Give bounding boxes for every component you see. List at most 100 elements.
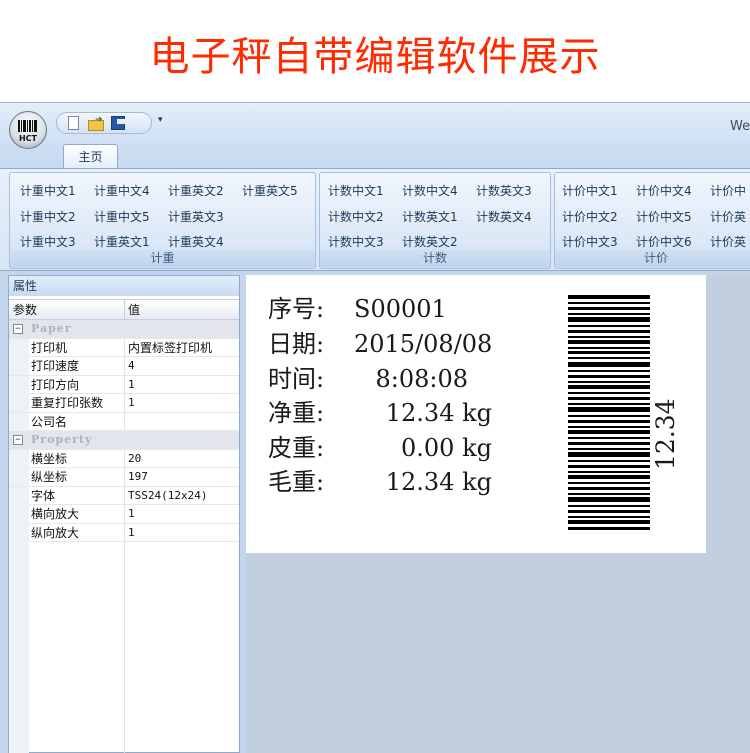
label-field-value: S00001: [354, 295, 447, 323]
btn-price-en-1[interactable]: 计价英: [710, 208, 746, 225]
label-field-value: 0.00 kg: [401, 434, 492, 462]
property-value[interactable]: 内置标签打印机: [128, 339, 212, 357]
btn-price-en-2[interactable]: 计价英: [710, 233, 746, 250]
btn-price-cn-3[interactable]: 计价中文3: [562, 233, 618, 250]
label-preview[interactable]: 序号: S00001 日期: 2015/08/08 时间: 8:08:08 净重: 12…: [246, 275, 706, 553]
ribbon-group-counting: 计数中文1 计数中文4 计数英文3 计数中文2 计数英文1 计数英文4 计数中文…: [319, 172, 551, 269]
btn-count-en-4[interactable]: 计数英文4: [476, 208, 532, 225]
property-key: 纵向放大: [31, 525, 80, 540]
btn-price-cn-4[interactable]: 计价中文4: [636, 182, 692, 199]
label-line-net-weight[interactable]: 净重: 12.34 kg: [268, 393, 492, 428]
btn-count-en-3[interactable]: 计数英文3: [476, 182, 532, 199]
ribbon-group-label: 计价: [555, 250, 750, 267]
property-row[interactable]: 打印方向 1: [9, 375, 239, 394]
promo-banner: 电子秤自带编辑软件展示: [0, 0, 750, 100]
open-folder-icon[interactable]: ➜: [87, 115, 105, 132]
ribbon-group-pricing: 计价中文1 计价中文4 计价中 计价中文2 计价中文5 计价英 计价中文3 计价…: [554, 172, 750, 269]
label-field-key: 日期:: [268, 330, 325, 358]
barcode-graphic[interactable]: [568, 295, 650, 531]
tab-home[interactable]: 主页: [63, 144, 118, 169]
property-row[interactable]: 公司名: [9, 412, 239, 431]
property-value[interactable]: 1: [128, 376, 135, 394]
btn-weigh-cn-3[interactable]: 计重中文3: [20, 233, 76, 250]
label-field-value: 2015/08/08: [354, 330, 493, 358]
property-key: 打印速度: [31, 359, 80, 373]
btn-price-cn-2[interactable]: 计价中文2: [562, 208, 618, 225]
property-key: 横坐标: [31, 451, 68, 466]
label-line-serial[interactable]: 序号: S00001: [268, 289, 492, 324]
label-field-key: 净重:: [268, 399, 325, 427]
property-value[interactable]: 1: [128, 524, 135, 542]
property-key: 横向放大: [31, 507, 80, 521]
btn-count-cn-3[interactable]: 计数中文3: [328, 233, 384, 250]
property-grid-empty-area: [9, 520, 239, 753]
property-value[interactable]: 4: [128, 357, 135, 375]
btn-weigh-cn-2[interactable]: 计重中文2: [20, 208, 76, 225]
save-disk-icon[interactable]: [109, 115, 127, 132]
quick-access-toolbar: ➜: [56, 112, 152, 134]
property-row[interactable]: 重复打印张数 1: [9, 394, 239, 413]
label-field-value: 12.34 kg: [385, 468, 492, 496]
btn-count-en-1[interactable]: 计数英文1: [402, 208, 458, 225]
property-category[interactable]: − Property: [9, 431, 239, 450]
title-bar: ➜ ▾ We: [0, 102, 750, 144]
property-key: 字体: [31, 488, 56, 503]
btn-price-cn-1[interactable]: 计价中文1: [562, 182, 618, 199]
label-line-gross-weight[interactable]: 毛重: 12.34 kg: [268, 462, 492, 497]
label-field-value: 8:08:08: [375, 365, 468, 393]
window-title: We: [730, 119, 750, 134]
app-window: ➜ ▾ We HCT 主页 计重中文1 计重中文4 计重英文2 计重英文5 计重…: [0, 102, 750, 753]
btn-weigh-en-4[interactable]: 计重英文4: [168, 233, 224, 250]
property-row[interactable]: 字体 TSS24(12x24): [9, 486, 239, 505]
property-row[interactable]: 横坐标 20: [9, 449, 239, 468]
label-line-tare-weight[interactable]: 皮重: 0.00 kg: [268, 428, 492, 463]
btn-count-cn-1[interactable]: 计数中文1: [328, 182, 384, 199]
logo-text: HCT: [18, 134, 38, 143]
btn-weigh-cn-5[interactable]: 计重中文5: [94, 208, 150, 225]
btn-count-cn-4[interactable]: 计数中文4: [402, 182, 458, 199]
btn-weigh-en-3[interactable]: 计重英文3: [168, 208, 224, 225]
label-line-time[interactable]: 时间: 8:08:08: [268, 359, 468, 394]
property-category[interactable]: − Paper: [9, 320, 239, 339]
property-row[interactable]: 打印速度 4: [9, 357, 239, 376]
property-grid: − Paper 打印机 内置标签打印机 打印速度 4 打印方向 1 重复打印张数 1 公…: [9, 320, 239, 542]
btn-price-cn-5[interactable]: 计价中文5: [636, 208, 692, 225]
column-header-param[interactable]: 参数: [9, 300, 124, 320]
label-line-date[interactable]: 日期: 2015/08/08: [268, 324, 492, 359]
barcode-text: 12.34: [651, 398, 680, 470]
app-orb-barcode-icon[interactable]: HCT: [9, 111, 47, 149]
btn-price-cn-6[interactable]: 计价中文6: [636, 233, 692, 250]
btn-weigh-en-5[interactable]: 计重英文5: [242, 182, 298, 199]
btn-weigh-cn-4[interactable]: 计重中文4: [94, 182, 150, 199]
design-canvas[interactable]: 序号: S00001 日期: 2015/08/08 时间: 8:08:08 净重: 12…: [246, 275, 750, 753]
btn-weigh-en-2[interactable]: 计重英文2: [168, 182, 224, 199]
collapse-minus-icon[interactable]: −: [13, 435, 23, 445]
property-value[interactable]: 1: [128, 505, 135, 523]
btn-count-en-2[interactable]: 计数英文2: [402, 233, 458, 250]
btn-price-cn-7[interactable]: 计价中: [710, 182, 746, 199]
label-field-key: 毛重:: [268, 468, 325, 496]
banner-title: 电子秤自带编辑软件展示: [149, 34, 601, 80]
new-file-icon[interactable]: [65, 115, 83, 132]
btn-weigh-cn-1[interactable]: 计重中文1: [20, 182, 76, 199]
property-key: 公司名: [31, 414, 68, 429]
property-value[interactable]: 20: [128, 450, 141, 468]
column-header-value[interactable]: 值: [124, 300, 239, 320]
property-key: 打印机: [31, 340, 68, 355]
ribbon-tab-row: 主页: [0, 144, 750, 169]
property-row[interactable]: 打印机 内置标签打印机: [9, 338, 239, 357]
btn-weigh-en-1[interactable]: 计重英文1: [94, 233, 150, 250]
category-name: Property: [31, 433, 93, 446]
label-field-key: 时间:: [268, 365, 325, 393]
property-value[interactable]: 197: [128, 468, 148, 486]
btn-count-cn-2[interactable]: 计数中文2: [328, 208, 384, 225]
property-value[interactable]: 1: [128, 394, 135, 412]
property-row[interactable]: 纵坐标 197: [9, 468, 239, 487]
quick-access-dropdown-icon[interactable]: ▾: [158, 115, 163, 125]
property-key: 重复打印张数: [31, 396, 104, 410]
ribbon-group-label: 计重: [10, 250, 315, 267]
property-key: 纵坐标: [31, 470, 68, 484]
property-value[interactable]: TSS24(12x24): [128, 487, 207, 505]
collapse-minus-icon[interactable]: −: [13, 324, 23, 334]
ribbon-group-weighing: 计重中文1 计重中文4 计重英文2 计重英文5 计重中文2 计重中文5 计重英文…: [9, 172, 316, 269]
